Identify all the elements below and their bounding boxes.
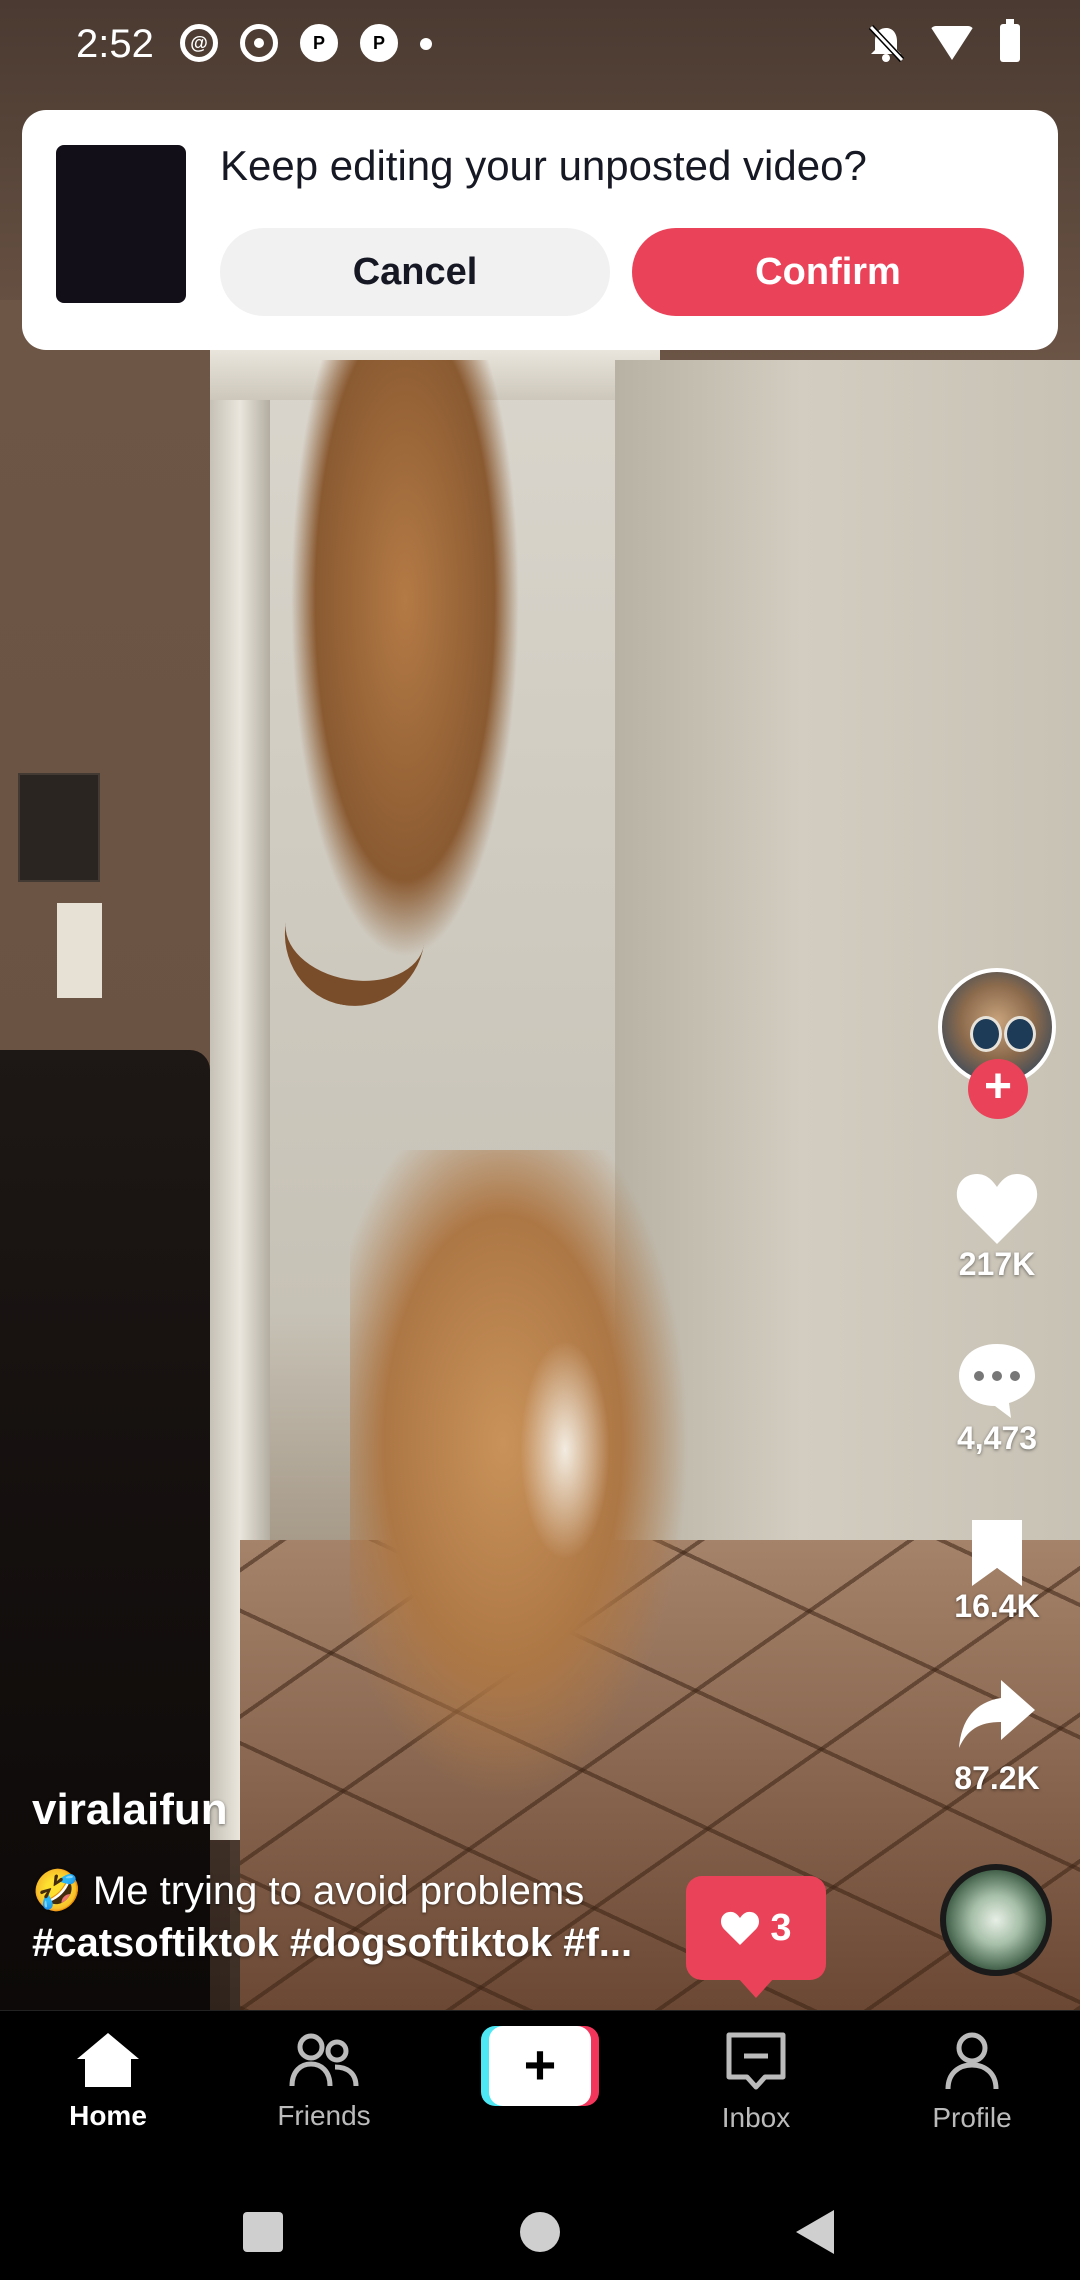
like-action[interactable]: 217K	[930, 1170, 1064, 1283]
recents-button[interactable]	[243, 2212, 283, 2252]
video-light-switch	[57, 903, 102, 998]
comment-action[interactable]: 4,473	[930, 1340, 1064, 1457]
nav-home-label: Home	[69, 2100, 147, 2131]
caption-text: 🤣 Me trying to avoid problems	[32, 1869, 585, 1913]
nav-profile-label: Profile	[932, 2102, 1012, 2133]
status-time: 2:52	[76, 22, 154, 66]
nav-inbox-label: Inbox	[721, 2102, 791, 2133]
like-notification-count: 3	[770, 1906, 792, 1949]
share-action[interactable]: 87.2K	[930, 1676, 1064, 1797]
creator-username[interactable]: viralaifun	[32, 1785, 228, 1835]
share-icon[interactable]	[930, 1676, 1064, 1752]
heart-icon	[721, 1911, 760, 1946]
inbox-icon	[726, 2032, 786, 2090]
dialog-title: Keep editing your unposted video?	[220, 142, 867, 189]
pinterest-icon: P	[300, 24, 338, 62]
battery-charging-icon	[1000, 19, 1020, 62]
follow-button[interactable]: +	[968, 1059, 1028, 1119]
like-notification-bubble[interactable]: 3	[686, 1876, 826, 1998]
share-count: 87.2K	[954, 1760, 1040, 1796]
video-wall-panel	[18, 773, 100, 882]
comment-icon[interactable]	[930, 1340, 1064, 1420]
draft-thumbnail[interactable]	[56, 145, 186, 303]
avatar-eye-left	[970, 1016, 1002, 1052]
create-button[interactable]: +	[481, 2026, 599, 2106]
nav-inbox[interactable]: Inbox	[676, 2031, 836, 2134]
pinterest-icon: P	[360, 24, 398, 62]
video-caption[interactable]: 🤣 Me trying to avoid problems #catsoftik…	[32, 1865, 692, 1969]
video-dog-chest	[520, 1340, 610, 1560]
record-icon	[240, 24, 278, 62]
caption-hashtags[interactable]: #catsoftiktok #dogsoftiktok #f...	[32, 1917, 692, 1969]
profile-icon	[945, 2032, 999, 2090]
status-system-icons	[868, 19, 1020, 62]
home-system-button[interactable]	[520, 2212, 560, 2252]
nav-home[interactable]: Home	[28, 2031, 188, 2132]
nav-friends-label: Friends	[277, 2100, 371, 2131]
status-notification-icons: @ P P	[180, 24, 432, 62]
nav-profile[interactable]: Profile	[892, 2031, 1052, 2134]
wifi-icon	[930, 26, 974, 60]
bookmark-icon[interactable]	[930, 1516, 1064, 1588]
cancel-button[interactable]: Cancel	[220, 228, 610, 316]
comment-count: 4,473	[956, 1420, 1038, 1456]
unposted-draft-dialog: Keep editing your unposted video? Cancel…	[22, 110, 1058, 350]
friends-icon	[289, 2033, 359, 2087]
heart-icon[interactable]	[930, 1170, 1064, 1246]
back-button[interactable]	[796, 2210, 834, 2254]
threads-icon: @	[180, 24, 218, 62]
bell-off-icon	[868, 24, 904, 62]
like-count: 217K	[958, 1246, 1036, 1282]
avatar-eye-right	[1004, 1016, 1036, 1052]
system-nav-bar	[0, 2156, 1080, 2280]
home-icon	[77, 2033, 139, 2087]
music-disc[interactable]	[940, 1864, 1052, 1976]
bookmark-action[interactable]: 16.4K	[930, 1516, 1064, 1625]
status-bar: 2:52 @ P P	[0, 0, 1080, 90]
nav-friends[interactable]: Friends	[244, 2031, 404, 2132]
dot-icon	[420, 38, 432, 50]
plus-icon: +	[489, 2026, 591, 2106]
confirm-button[interactable]: Confirm	[632, 228, 1024, 316]
bookmark-count: 16.4K	[954, 1588, 1040, 1624]
